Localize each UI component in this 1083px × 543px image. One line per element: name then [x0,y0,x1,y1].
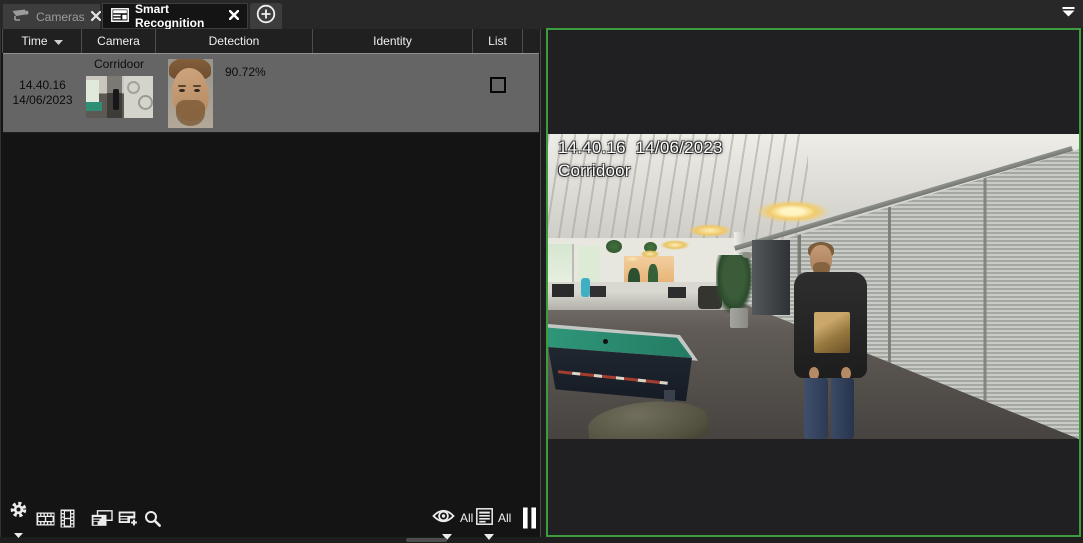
detection-date: 14/06/2023 [12,93,72,108]
identity-card-add-button[interactable] [118,510,139,532]
close-icon[interactable] [91,10,101,24]
thumb-window [86,80,99,102]
table-header: Time Camera Detection Identity List [2,29,540,53]
person-shirt-graphic [814,312,850,353]
collapse-panel-icon [1061,5,1076,23]
camera-name: Corridoor [94,57,144,71]
scene-plant-pot [730,308,748,328]
confidence-value: 90.72% [225,65,266,79]
chevron-down-icon[interactable] [484,527,494,543]
time-cell: 14.40.16 14/06/2023 [3,54,82,132]
column-header-time[interactable]: Time [2,29,82,53]
search-icon [144,510,161,532]
tab-cameras[interactable]: Cameras [3,4,100,29]
column-label: Time [21,34,47,48]
pause-icon [522,516,537,533]
collapse-panel-button[interactable] [1060,7,1077,21]
filmstrip-horizontal-icon [36,512,55,531]
face-brow [178,85,186,87]
thumb-pool-table [86,102,102,111]
scene-teal-cloth [581,278,590,297]
column-header-detection[interactable]: Detection [156,29,313,53]
overlay-camera-name: Corridoor [558,161,631,181]
search-button[interactable] [144,510,161,532]
column-label: Detection [209,34,260,48]
scene-ceiling-light [640,250,660,258]
scene-ceiling-light [660,240,690,250]
identity-cards-button[interactable] [91,510,113,532]
results-panel: Time Camera Detection Identity List 14.4… [0,29,541,537]
eye-icon [432,508,455,527]
column-label: List [488,34,507,48]
list-icon [476,508,493,528]
detection-cell: 90.72% [156,54,313,132]
face-eye [194,89,200,92]
tab-bar: Cameras Smart Recognition [0,0,1083,29]
pause-button[interactable] [522,507,537,534]
thumb-pattern-circle [127,81,140,94]
scene-monitor [552,284,574,297]
gear-icon [9,500,28,524]
scene-locker [752,240,790,315]
column-header-identity[interactable]: Identity [313,29,473,53]
list-checkbox[interactable] [490,77,506,93]
video-frame: 14.40.16 14/06/2023 Corridoor [548,134,1079,439]
scene-potted-plant [716,255,752,313]
overlay-timestamp: 14.40.16 14/06/2023 [558,138,723,158]
pool-ball [603,339,608,344]
cctv-camera-icon [11,9,30,25]
list-cell [473,54,523,132]
video-tile-corridoor[interactable]: 14.40.16 14/06/2023 Corridoor [546,28,1081,537]
thumb-person [113,89,119,110]
column-label: Camera [97,34,140,48]
smart-recognition-window: Cameras Smart Recognition [0,0,1083,543]
camera-thumbnail [86,76,153,118]
detection-row[interactable]: 14.40.16 14/06/2023 Corridoor [3,53,539,133]
column-header-stub [523,29,540,53]
toolbar-left [9,506,161,536]
scene-monitor [590,286,606,297]
camera-cell: Corridoor [82,54,156,132]
identity-card-add-icon [118,510,139,532]
tab-label: Cameras [36,10,85,24]
filmstrip-horizontal-button[interactable] [36,512,55,531]
scene-smoke-detector [742,252,752,258]
column-header-list[interactable]: List [473,29,523,53]
list-filter-dropdown[interactable]: All [476,508,511,528]
camera-filter-dropdown[interactable]: All [432,508,473,527]
column-header-camera[interactable]: Camera [82,29,156,53]
scene-hanging-plant [606,240,622,253]
person-leg [804,378,828,439]
filmstrip-vertical-icon [60,509,75,533]
face-eye [179,89,185,92]
detection-time: 14.40.16 [19,78,66,93]
thumb-pattern-circle [138,95,153,110]
new-tab-button[interactable] [250,3,282,29]
scene-person [794,242,868,439]
close-icon[interactable] [229,9,239,23]
horizontal-scrollbar-thumb[interactable] [406,538,447,542]
tab-label: Smart Recognition [135,2,223,30]
scene-ceiling-light [755,200,830,223]
identity-cards-icon [91,510,113,532]
filmstrip-vertical-button[interactable] [60,509,75,533]
face-thumbnail [168,59,213,128]
plus-circle-icon [256,4,276,29]
sort-desc-icon [54,34,63,48]
identity-cell [313,54,473,132]
chevron-down-icon [14,525,23,543]
scene-office [548,238,740,310]
column-label: Identity [373,34,412,48]
face-brow [193,85,201,87]
tab-smart-recognition[interactable]: Smart Recognition [102,3,248,29]
settings-button[interactable] [9,500,28,543]
id-card-icon [111,8,129,25]
person-leg [831,378,854,439]
list-filter-value: All [498,511,511,525]
face-beard [176,100,205,126]
scene-monitor [668,287,686,298]
scene-ceiling-light [688,224,732,237]
scene-ceiling-light [625,256,640,262]
camera-filter-value: All [460,511,473,525]
